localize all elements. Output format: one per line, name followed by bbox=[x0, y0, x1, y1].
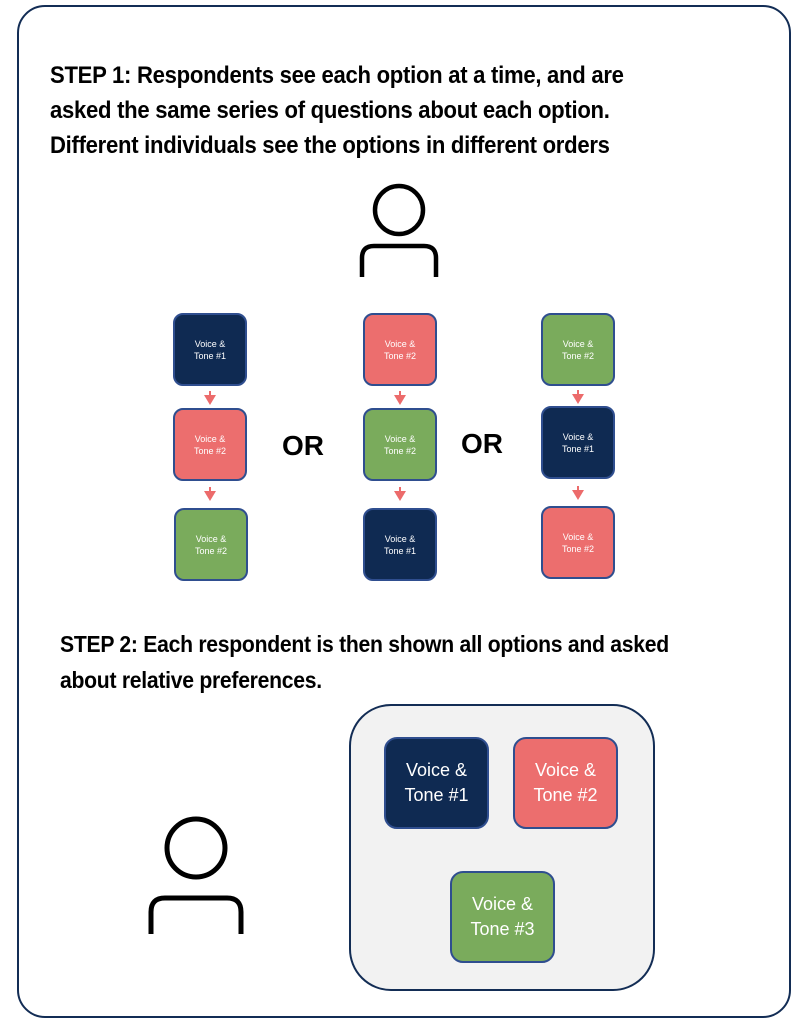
order-c-option-3: Voice & Tone #2 bbox=[541, 506, 615, 579]
comparison-option-1: Voice & Tone #1 bbox=[384, 737, 489, 829]
order-a-arrow-2 bbox=[204, 491, 216, 501]
order-c-arrow-2 bbox=[572, 490, 584, 500]
step1-heading: STEP 1: Respondents see each option at a… bbox=[50, 62, 624, 159]
comparison-option-3: Voice & Tone #3 bbox=[450, 871, 555, 963]
order-c-arrow-1 bbox=[572, 394, 584, 404]
step2-person-icon bbox=[146, 810, 246, 936]
order-c-option-2: Voice & Tone #1 bbox=[541, 406, 615, 479]
order-a-arrow-1 bbox=[204, 395, 216, 405]
order-b-arrow-1 bbox=[394, 395, 406, 405]
order-b-option-2: Voice & Tone #2 bbox=[363, 408, 437, 481]
order-b-option-1: Voice & Tone #2 bbox=[363, 313, 437, 386]
order-a-option-3: Voice & Tone #2 bbox=[174, 508, 248, 581]
step1-person-icon bbox=[357, 180, 441, 280]
comparison-option-2: Voice & Tone #2 bbox=[513, 737, 618, 829]
order-a-option-2: Voice & Tone #2 bbox=[173, 408, 247, 481]
order-a-option-1: Voice & Tone #1 bbox=[173, 313, 247, 386]
order-c-option-1: Voice & Tone #2 bbox=[541, 313, 615, 386]
order-b-option-3: Voice & Tone #1 bbox=[363, 508, 437, 581]
order-b-arrow-2 bbox=[394, 491, 406, 501]
or-label-1: OR bbox=[282, 430, 324, 461]
or-label-2: OR bbox=[461, 428, 503, 459]
step2-heading: STEP 2: Each respondent is then shown al… bbox=[60, 631, 669, 693]
